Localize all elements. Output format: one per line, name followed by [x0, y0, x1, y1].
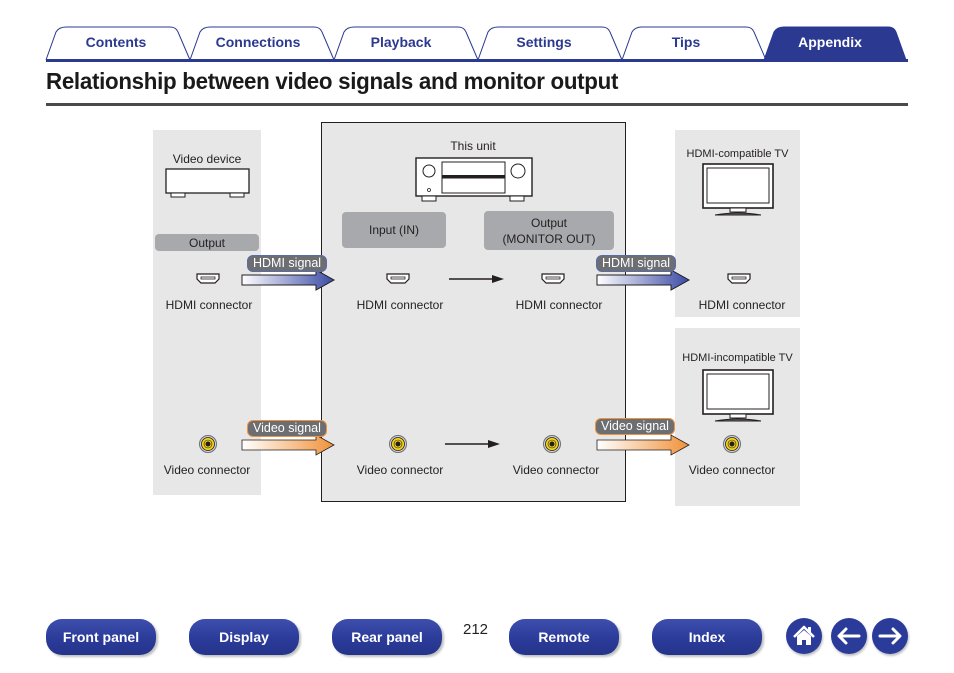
remote-button[interactable]: Remote [509, 619, 619, 655]
hdmi-signal-label: HDMI signal [247, 255, 328, 272]
hdmi-port-icon [196, 273, 220, 284]
tv-hdmi-connector-label: HDMI connector [698, 298, 786, 312]
unit-output-label-line2: (MONITOR OUT) [502, 231, 596, 246]
unit-input-box: Input (IN) [342, 212, 446, 248]
source-video-connector-label: Video connector [163, 463, 251, 477]
tab-settings[interactable]: Settings [494, 33, 594, 51]
av-receiver-icon [415, 157, 533, 202]
front-panel-button[interactable]: Front panel [46, 619, 156, 655]
source-hdmi-connector-label: HDMI connector [165, 298, 253, 312]
video-signal-label: Video signal [595, 418, 675, 435]
video-signal-arrow-out [596, 434, 690, 456]
unit-output-label-line1: Output [530, 215, 568, 230]
non-hdmi-tv-icon [702, 369, 774, 422]
hdmi-signal-label: HDMI signal [596, 255, 677, 272]
home-icon [793, 625, 815, 645]
video-device-title: Video device [172, 152, 242, 166]
home-button[interactable] [786, 618, 822, 654]
video-device-icon [165, 168, 250, 198]
hdmi-port-icon [541, 273, 565, 284]
rca-jack-icon [199, 435, 217, 453]
unit-hdmi-out-label: HDMI connector [515, 298, 603, 312]
non-hdmi-tv-title: HDMI-incompatible TV [682, 352, 793, 364]
hdmi-tv-title: HDMI-compatible TV [686, 148, 789, 160]
tab-playback[interactable]: Playback [351, 33, 451, 51]
unit-output-box: Output (MONITOR OUT) [484, 211, 614, 250]
source-output-box: Output [155, 234, 259, 251]
rca-jack-icon [723, 435, 741, 453]
forward-arrow-icon [878, 627, 902, 645]
rca-jack-icon [543, 435, 561, 453]
unit-hdmi-in-label: HDMI connector [356, 298, 444, 312]
index-button[interactable]: Index [652, 619, 762, 655]
tab-bar [45, 26, 908, 62]
tv-video-connector-label: Video connector [688, 463, 776, 477]
back-arrow-icon [837, 627, 861, 645]
tab-contents[interactable]: Contents [66, 33, 166, 51]
unit-video-in-label: Video connector [356, 463, 444, 477]
hdmi-tv-icon [702, 163, 774, 216]
title-divider [46, 103, 908, 106]
rear-panel-button[interactable]: Rear panel [332, 619, 442, 655]
this-unit-title: This unit [450, 139, 496, 153]
hdmi-port-icon [386, 273, 410, 284]
tab-appendix[interactable]: Appendix [780, 33, 880, 51]
hdmi-port-icon [727, 273, 751, 284]
hdmi-passthrough-arrow [449, 275, 504, 283]
forward-button[interactable] [872, 618, 908, 654]
display-button[interactable]: Display [189, 619, 299, 655]
page-title: Relationship between video signals and m… [46, 68, 619, 94]
rca-jack-icon [389, 435, 407, 453]
tab-tips[interactable]: Tips [636, 33, 736, 51]
back-button[interactable] [831, 618, 867, 654]
tab-connections[interactable]: Connections [208, 33, 308, 51]
video-passthrough-arrow [445, 440, 500, 448]
unit-video-out-label: Video connector [512, 463, 600, 477]
page-number: 212 [463, 621, 489, 638]
video-signal-label: Video signal [247, 420, 327, 437]
tab-baseline [46, 59, 908, 62]
